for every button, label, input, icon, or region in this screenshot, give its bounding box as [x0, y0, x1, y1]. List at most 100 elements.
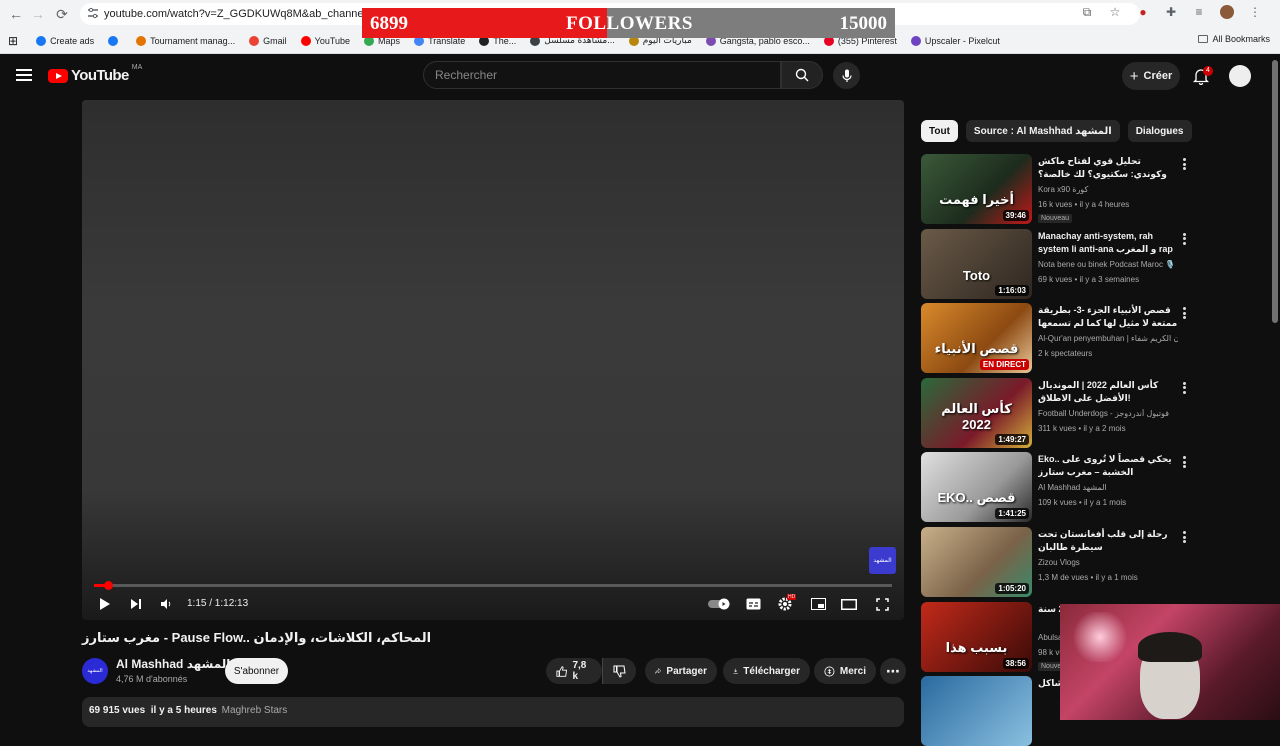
video-player[interactable]: المشهد 1:15 / 1:12:13 HD [82, 100, 904, 620]
back-arrow-icon[interactable]: ← [4, 2, 28, 26]
like-button[interactable]: 7,8 k [546, 658, 602, 684]
thumbnail-caption: قصص الأنبياء [934, 341, 1019, 357]
more-vertical-icon[interactable] [1183, 307, 1186, 320]
video-thumbnail[interactable]: 1:05:20 [921, 527, 1032, 597]
search-button[interactable] [781, 61, 823, 89]
channel-name[interactable]: Al-Qur'an penyembuhan | القرآن الكريم شف… [1038, 334, 1178, 343]
hashtag-link[interactable]: Maghreb Stars [222, 705, 288, 716]
channel-name[interactable]: Kora x90 كورة [1038, 185, 1178, 194]
site-settings-icon[interactable] [87, 7, 99, 19]
thanks-button[interactable]: Merci [814, 658, 876, 684]
subscriber-count: 4,76 M d'abonnés [116, 674, 188, 684]
streamer-hair [1138, 632, 1202, 662]
more-vertical-icon[interactable] [1183, 456, 1186, 469]
page-scrollbar[interactable] [1272, 60, 1278, 323]
recommended-video[interactable]: قصص الأنبياء EN DIRECT قصص الأنبياء الجزء … [921, 303, 1191, 374]
apps-grid-icon[interactable]: ⊞ [8, 34, 18, 48]
download-icon [733, 668, 738, 674]
video-title[interactable]: قصص الأنبياء الجزء -3- بطريقة ممتعة لا م… [1038, 304, 1178, 332]
live-badge: EN DIRECT [979, 359, 1029, 371]
bookmark-item[interactable]: Upscaler - Pixelcut [910, 35, 1000, 46]
more-actions-button[interactable]: ⋯ [880, 658, 906, 684]
subscribe-button[interactable]: S'abonner [225, 658, 288, 684]
more-vertical-icon[interactable] [1183, 158, 1186, 170]
recommended-video[interactable]: أخيرا فهمت 39:46 تحليل قوي لفتاح ماكش وكون… [921, 154, 1191, 224]
browser-menu-icon[interactable]: ⋮ [1248, 5, 1262, 19]
hamburger-menu-icon[interactable] [16, 69, 32, 81]
channel-avatar[interactable]: المشهد [82, 658, 108, 684]
video-thumbnail[interactable]: كأس العالم 2022 1:49:27 [921, 377, 1032, 448]
theater-mode-button[interactable] [839, 594, 859, 614]
channel-name[interactable]: Nota bene ou binek Podcast Maroc 🎙️ بينك [1038, 260, 1178, 269]
bookmark-item[interactable]: Create ads [36, 35, 94, 46]
video-title[interactable]: Manachay anti-system, rah system li anti… [1038, 230, 1178, 258]
bookmark-item[interactable]: Tournament manag... [136, 35, 235, 46]
super-thanks-icon [824, 665, 835, 677]
all-bookmarks[interactable]: All Bookmarks [1198, 34, 1270, 44]
filter-chips: Tout Source : Al Mashhad المشهد Dialogues [921, 120, 1192, 142]
subtitles-icon [746, 598, 760, 610]
miniplayer-button[interactable] [808, 594, 828, 614]
dislike-button[interactable] [602, 658, 636, 684]
video-thumbnail[interactable]: أخيرا فهمت 39:46 [921, 154, 1032, 224]
followers-label: FOLLOWERS [566, 13, 693, 34]
recommended-video[interactable]: كأس العالم 2022 1:49:27 كأس العالم 2022 | … [921, 377, 1191, 448]
extension-icon[interactable]: ● [1136, 5, 1150, 19]
video-thumbnail[interactable]: قصص الأنبياء EN DIRECT [921, 303, 1032, 374]
bookmark-item[interactable]: YouTube [300, 35, 350, 46]
more-vertical-icon[interactable] [1183, 531, 1186, 543]
share-button[interactable]: Partager [645, 658, 717, 684]
video-title[interactable]: Eko.. يحكي قصصاً لا تُروى على الخشبة – م… [1038, 453, 1178, 479]
video-thumbnail[interactable]: بسبب هذا 38:56 [921, 601, 1032, 672]
filter-chip[interactable]: Dialogues [1127, 120, 1192, 142]
recommended-video[interactable]: Toto 1:16:03 Manachay anti-system, rah sys… [921, 228, 1191, 299]
channel-name[interactable]: Football Underdogs - فوتبول أندردوجز [1038, 409, 1178, 418]
more-vertical-icon[interactable] [1183, 381, 1186, 394]
filter-chip[interactable]: Source : Al Mashhad المشهد [965, 120, 1120, 142]
bookmark-item[interactable]: Gmail [249, 35, 287, 46]
thumbs-up-icon [556, 665, 568, 677]
account-avatar[interactable] [1229, 65, 1251, 87]
puzzle-icon[interactable]: ✚ [1164, 5, 1178, 19]
channel-name[interactable]: Al Mashhad المشهد [1038, 483, 1178, 492]
video-thumbnail[interactable] [921, 676, 1032, 746]
video-thumbnail[interactable]: Toto 1:16:03 [921, 228, 1032, 299]
star-icon[interactable]: ☆ [1108, 5, 1122, 19]
video-title[interactable]: تحليل قوي لفتاح ماكش وكوندي: سكتيوي؟ لك … [1038, 155, 1178, 183]
install-app-icon[interactable]: ⧉ [1080, 5, 1094, 19]
forward-arrow-icon[interactable]: → [26, 2, 50, 26]
media-icon[interactable]: ≡ [1192, 5, 1206, 19]
recommended-video[interactable]: EKO.. قصص 1:41:25 Eko.. يحكي قصصاً لا تُرو… [921, 452, 1191, 523]
play-button[interactable] [96, 594, 114, 614]
filter-chip[interactable]: Tout [921, 120, 958, 142]
fullscreen-button[interactable] [872, 594, 892, 614]
youtube-logo[interactable]: YouTube MA [48, 64, 142, 84]
progress-scrubber[interactable] [103, 581, 113, 590]
bookmark-item[interactable] [108, 35, 122, 46]
bookmark-favicon-icon [36, 35, 47, 46]
description-box[interactable]: 69 915 vues il y a 5 heures Maghreb Star… [82, 697, 904, 727]
more-horizontal-icon: ⋯ [886, 662, 900, 679]
recommended-video[interactable]: 1:05:20 رحلة إلى قلب أفغانستان تحت سيطرة … [921, 527, 1191, 597]
volume-button[interactable] [157, 594, 175, 614]
more-vertical-icon[interactable] [1183, 232, 1186, 245]
channel-name[interactable]: Zizou Vlogs [1038, 558, 1178, 567]
subtitles-button[interactable] [743, 594, 763, 614]
next-button[interactable] [127, 594, 145, 614]
all-bookmarks-label: All Bookmarks [1212, 34, 1270, 44]
video-thumbnail[interactable]: EKO.. قصص 1:41:25 [921, 452, 1032, 523]
autoplay-toggle[interactable] [706, 594, 732, 614]
channel-watermark[interactable]: المشهد [869, 547, 896, 574]
profile-avatar-icon[interactable] [1220, 5, 1234, 19]
chevron-right-icon[interactable]: › [1166, 124, 1170, 138]
video-title[interactable]: كأس العالم 2022 | المونديال الأفضل على ا… [1038, 379, 1178, 405]
download-button[interactable]: Télécharger [723, 658, 810, 684]
reload-icon[interactable]: ⟳ [50, 2, 74, 26]
voice-search-button[interactable] [833, 62, 860, 89]
settings-button[interactable]: HD [775, 594, 797, 614]
create-button[interactable]: + Créer [1122, 62, 1180, 90]
video-duration: 1:05:20 [995, 583, 1029, 594]
progress-bar[interactable] [94, 581, 892, 590]
video-title[interactable]: رحلة إلى قلب أفغانستان تحت سيطرة طالبان [1038, 528, 1178, 554]
search-input[interactable]: Rechercher [423, 61, 781, 89]
